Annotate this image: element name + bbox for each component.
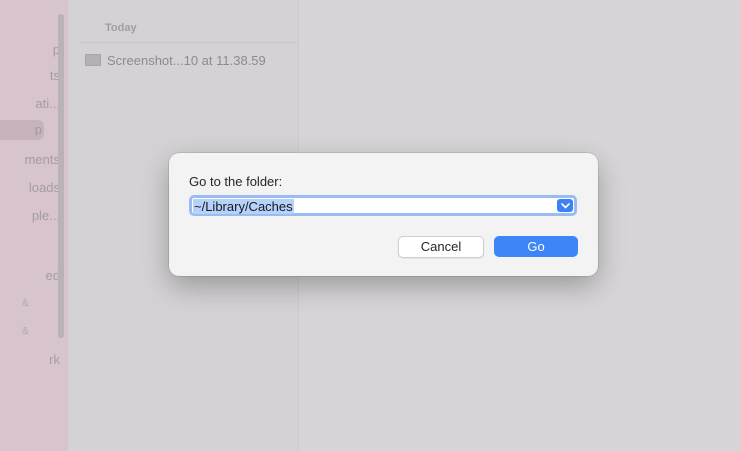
sidebar-badge-2: & <box>22 326 29 337</box>
sidebar-item-downloads[interactable]: loads <box>0 178 62 198</box>
sidebar-item-3[interactable]: ati... <box>0 94 62 114</box>
sidebar-item-network[interactable]: rk <box>0 350 62 370</box>
path-history-dropdown[interactable] <box>557 199 573 212</box>
file-row[interactable]: Screenshot...10 at 11.38.59 <box>85 50 266 70</box>
sidebar-item-selected[interactable]: p <box>0 120 44 140</box>
sidebar: p ts ati... p ments loads ple... ed & & … <box>0 0 68 451</box>
sidebar-badge-1: & <box>22 298 29 309</box>
sidebar-item-shared[interactable]: ed <box>0 266 62 286</box>
sidebar-item-2[interactable]: ts <box>0 66 62 86</box>
sidebar-item-1[interactable]: p <box>0 40 62 60</box>
dialog-title: Go to the folder: <box>189 174 283 189</box>
folder-path-input[interactable]: ~/Library/Caches <box>193 199 294 214</box>
cancel-button[interactable]: Cancel <box>398 236 484 258</box>
header-divider <box>80 42 298 43</box>
section-header-today: Today <box>105 22 137 34</box>
sidebar-item-documents[interactable]: ments <box>0 150 62 170</box>
sidebar-item-7[interactable]: ple... <box>0 206 62 226</box>
file-name: Screenshot...10 at 11.38.59 <box>107 52 266 68</box>
finder-window: p ts ati... p ments loads ple... ed & & … <box>0 0 741 451</box>
screenshot-file-icon <box>85 54 101 66</box>
sidebar-scrollbar[interactable] <box>58 14 64 338</box>
go-to-folder-dialog: Go to the folder: ~/Library/Caches Cance… <box>169 153 598 276</box>
chevron-down-icon <box>560 202 570 208</box>
go-button[interactable]: Go <box>494 236 578 257</box>
folder-path-field[interactable]: ~/Library/Caches <box>189 195 577 216</box>
